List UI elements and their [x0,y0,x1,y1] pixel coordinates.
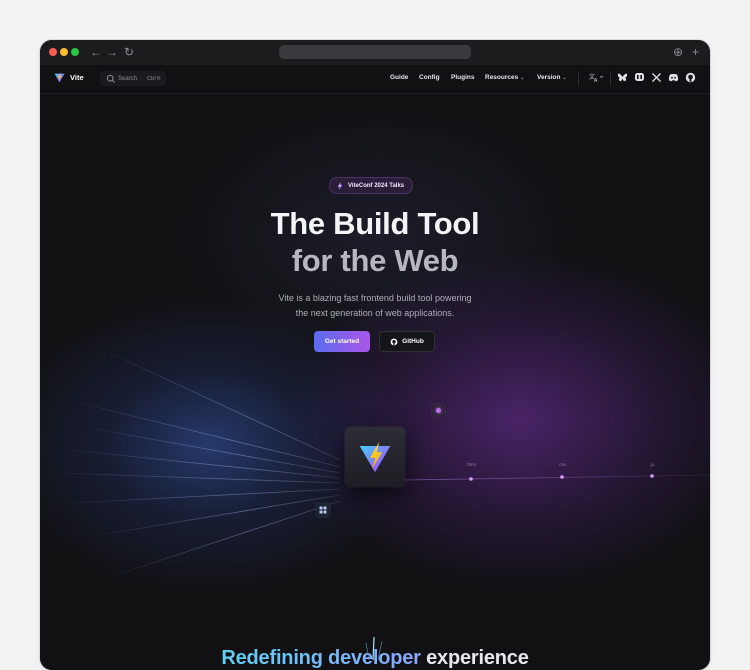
section-heading-rest: experience [426,647,529,669]
page-content: Vite Search Ctrl K Guide Config Plugins … [40,65,710,670]
section-heading: Redefining developer experience [40,647,710,670]
browser-window: ← → ↻ ⊕ + Vite Search Ctrl K Guide Confi… [40,40,710,670]
section-heading-highlight: Redefining developer [221,647,421,669]
vite-logo-icon [54,72,65,83]
lightning-icon [337,181,343,190]
hero-subtitle-line: the next generation of web applications. [295,308,455,318]
output-label-js: .js [650,462,655,467]
output-label-html: .html [466,462,476,467]
hero-title: The Build Tool [270,206,480,241]
node-chip-icon [432,404,445,417]
download-icon[interactable]: ⊕ [673,44,683,60]
browser-chrome: ← → ↻ ⊕ + [40,40,710,66]
nav-version-dropdown[interactable]: Version ⌄ [537,74,567,81]
x-icon[interactable] [651,72,662,83]
nav-resources-dropdown[interactable]: Resources ⌄ [485,74,524,81]
search-icon [106,74,115,83]
output-label-css: .css [558,462,567,467]
hero-subtitle: Vite is a blazing fast frontend build to… [40,291,710,321]
github-icon[interactable] [685,72,696,83]
close-window-button[interactable] [49,48,57,56]
hero-subtitle-line: Vite is a blazing fast frontend build to… [278,293,472,303]
nav-divider [578,71,579,86]
search-shortcut: Ctrl K [147,75,161,82]
discord-icon[interactable] [668,72,679,83]
bluesky-icon[interactable] [617,72,628,83]
nav-config[interactable]: Config [419,74,440,81]
mastodon-icon[interactable] [634,72,645,83]
address-bar[interactable] [279,45,471,59]
back-arrow-icon[interactable]: ← [90,44,102,60]
grid-chip-icon [316,503,330,517]
forward-arrow-icon[interactable]: → [106,44,118,60]
svg-text:A: A [594,78,598,83]
site-logo[interactable]: Vite [54,72,84,83]
vite-logo-icon [359,441,391,473]
chevron-down-icon: ⌄ [520,75,525,81]
nav-plugins[interactable]: Plugins [451,74,474,81]
search-label: Search [118,75,138,82]
new-tab-icon[interactable]: + [692,44,699,60]
vite-logo-card [345,427,405,487]
reload-icon[interactable]: ↻ [124,44,134,60]
nav-divider [610,71,611,86]
nav-guide[interactable]: Guide [390,74,408,81]
maximize-window-button[interactable] [71,48,79,56]
hero-title-secondary: for the Web [291,243,459,278]
site-navbar: Vite Search Ctrl K Guide Config Plugins … [40,65,710,94]
minimize-window-button[interactable] [60,48,68,56]
site-logo-text: Vite [70,73,84,82]
chevron-down-icon: ⌄ [562,75,567,81]
conference-badge[interactable]: ViteConf 2024 Talks [329,177,414,194]
translate-icon[interactable]: 文 A [589,72,605,83]
badge-label: ViteConf 2024 Talks [348,182,405,189]
search-button[interactable]: Search Ctrl K [100,71,166,86]
